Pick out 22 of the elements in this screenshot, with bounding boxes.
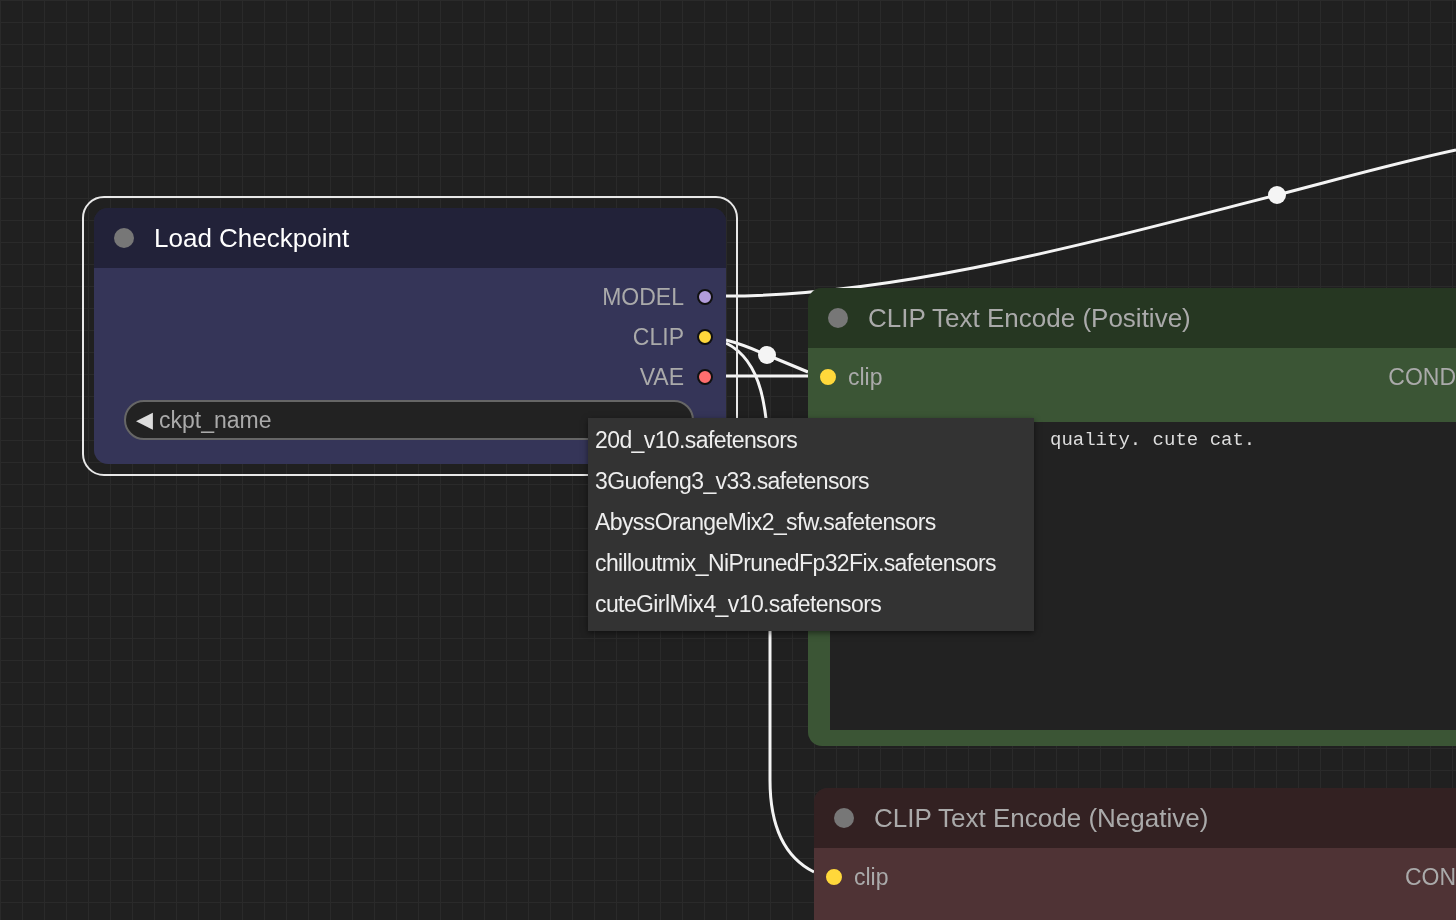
output-label: VAE [639,362,684,392]
output-slot[interactable] [697,369,713,385]
input-slot[interactable] [820,369,836,385]
arrow-button[interactable]: ◀ [136,409,153,431]
output-label: CLIP [632,322,684,352]
output-label: CON [1404,862,1456,892]
collapse-dot[interactable] [828,308,848,328]
output-label: MODEL [602,282,684,312]
reroute-dot[interactable] [758,346,776,364]
output-label: COND [1388,362,1456,392]
node-title: CLIP Text Encode (Positive) [868,301,1191,335]
output-slot[interactable] [697,329,713,345]
input-label: clip [854,862,889,892]
collapse-dot[interactable] [114,228,134,248]
node-title: Load Checkpoint [154,221,350,255]
collapse-dot[interactable] [834,808,854,828]
input-slot[interactable] [826,869,842,885]
node-title: CLIP Text Encode (Negative) [874,801,1209,835]
reroute-dot[interactable] [1268,186,1286,204]
widget-label: ckpt_name [159,405,273,435]
input-label: clip [848,362,883,392]
output-slot[interactable] [697,289,713,305]
